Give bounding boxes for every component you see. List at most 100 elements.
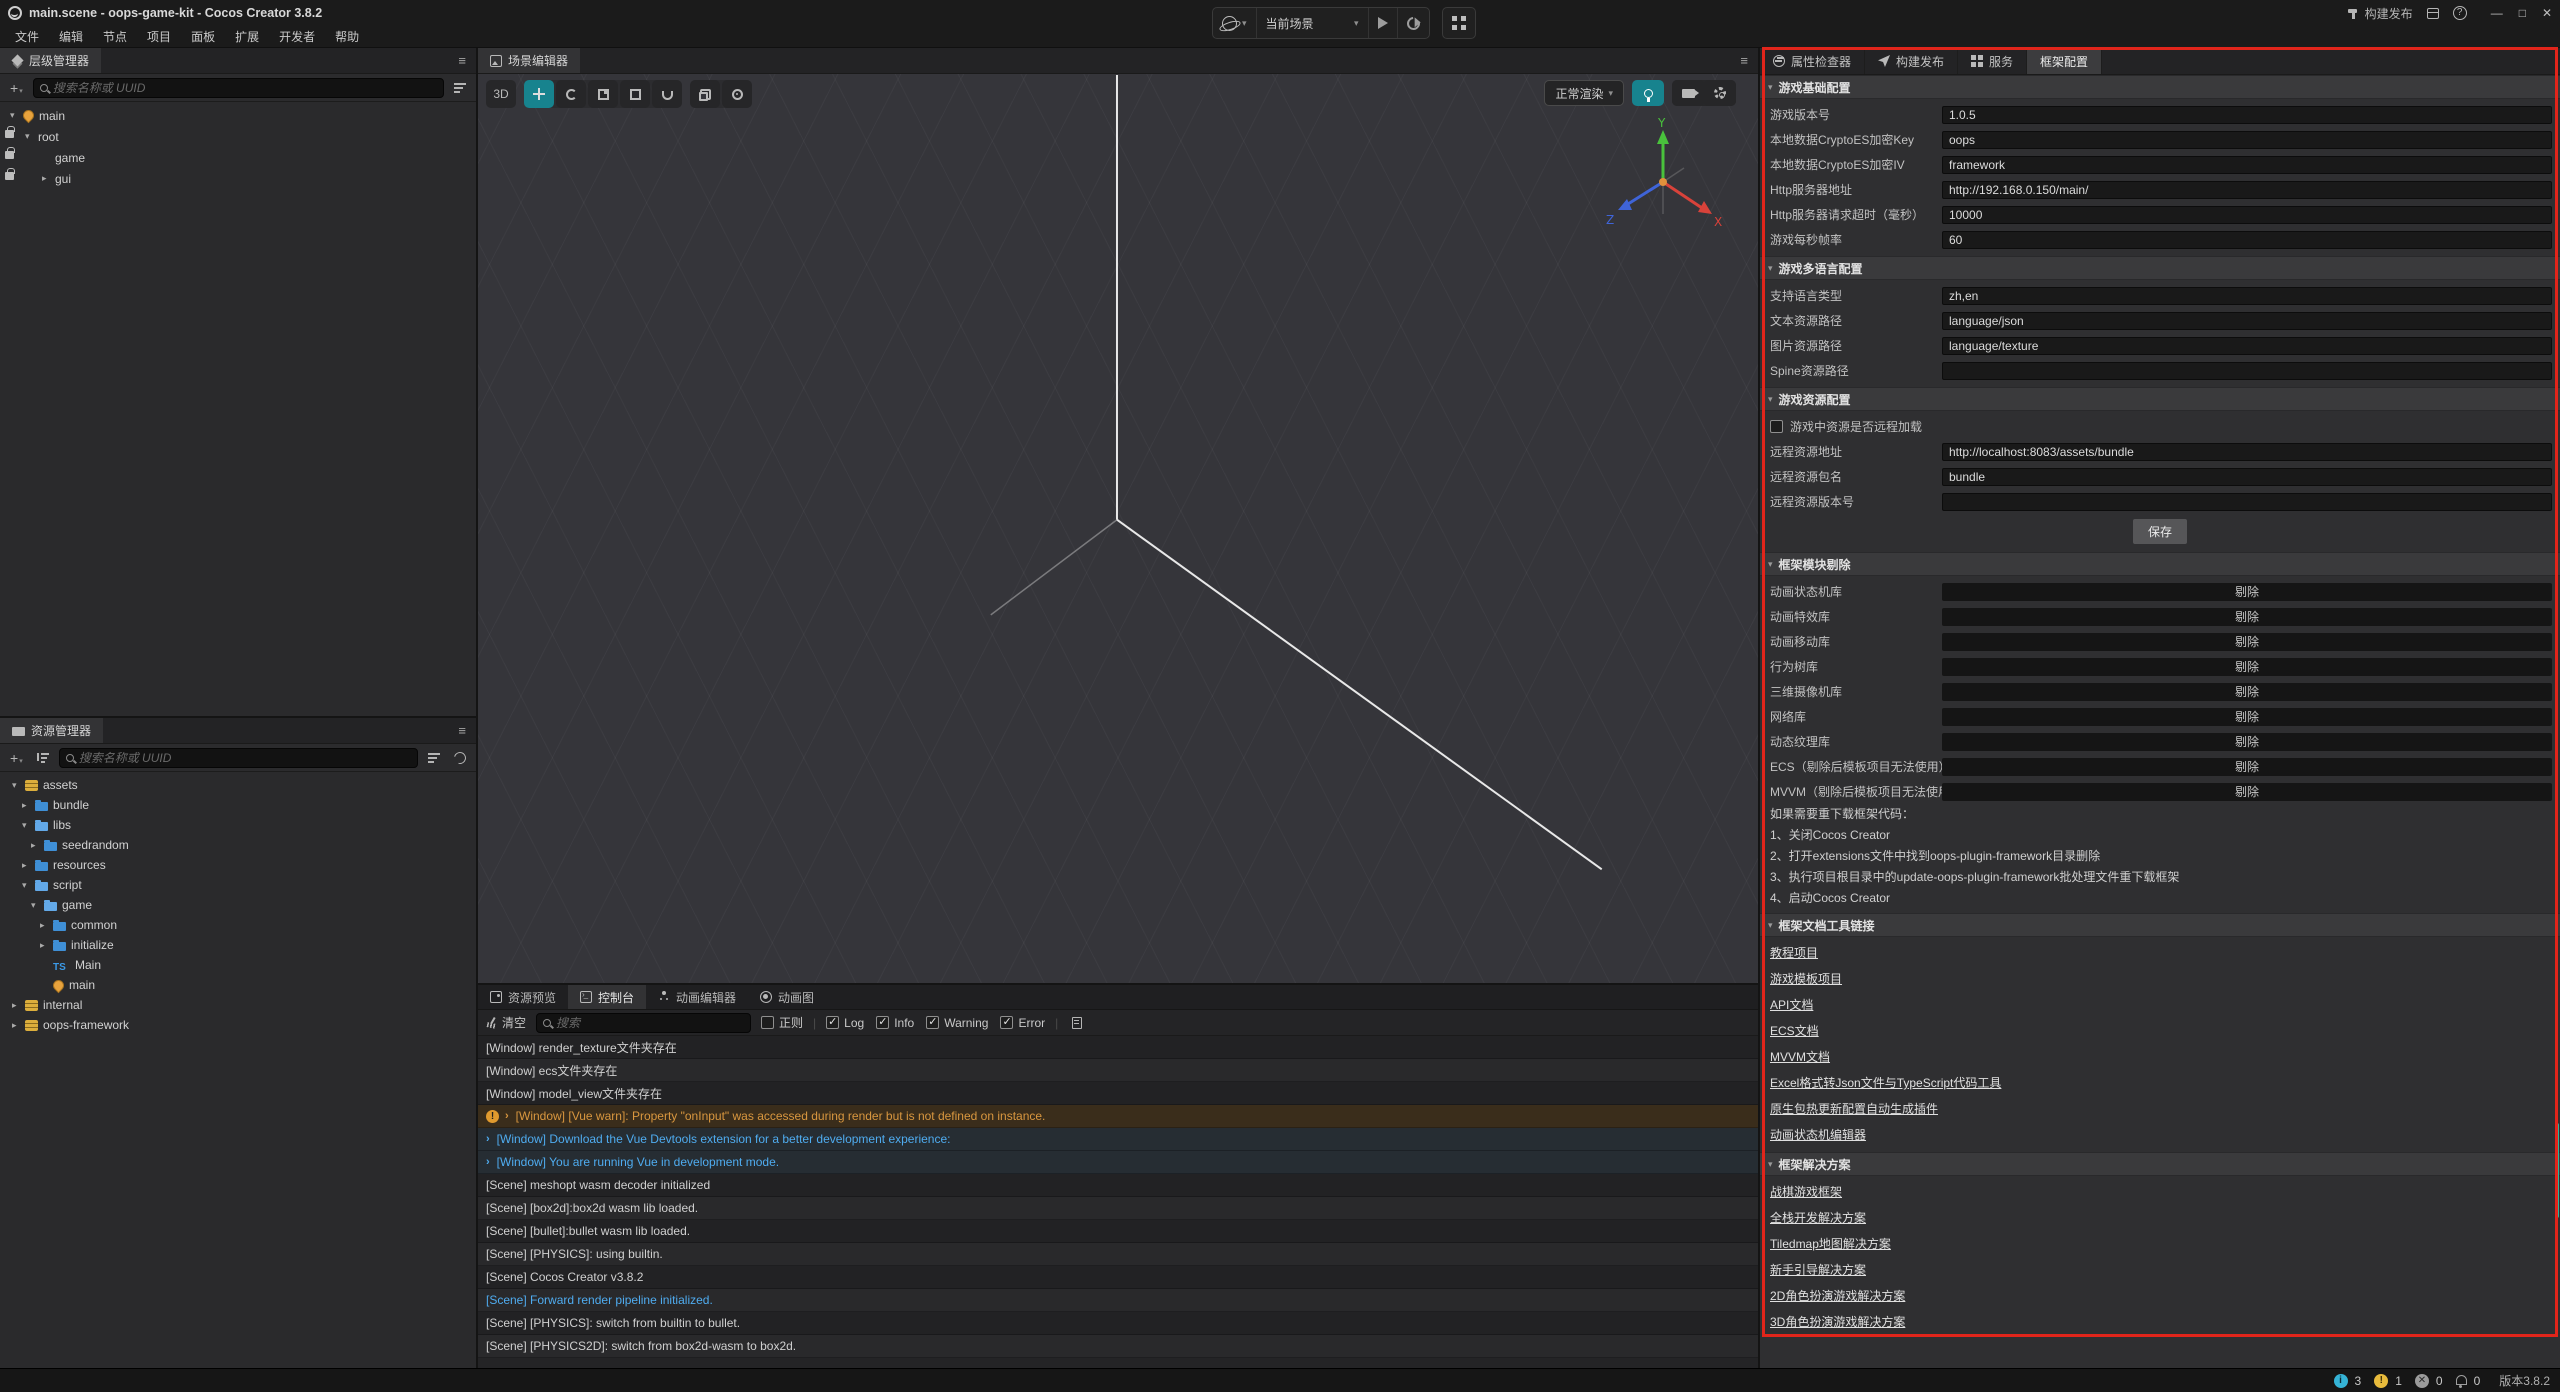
tab-assets[interactable]: 资源管理器	[0, 718, 103, 743]
snap-tool-button[interactable]	[690, 80, 720, 108]
section-header-docs[interactable]: ▾框架文档工具链接	[1760, 913, 2560, 937]
tree-node[interactable]: main	[0, 975, 476, 995]
tree-node[interactable]: ▸ bundle	[0, 795, 476, 815]
doc-link[interactable]: 教程项目	[1760, 940, 2560, 966]
save-button[interactable]: 保存	[2133, 519, 2187, 544]
assets-filter-button[interactable]	[424, 753, 444, 763]
tree-node[interactable]: ▾ assets	[0, 775, 476, 795]
build-publish-button[interactable]: 构建发布	[2347, 5, 2413, 22]
doc-link[interactable]: 游戏模板项目	[1760, 966, 2560, 992]
scene-menu-icon[interactable]: ≡	[1730, 53, 1758, 68]
warning-count-icon[interactable]: !	[2374, 1374, 2388, 1388]
expand-arrow[interactable]: ▸	[42, 173, 55, 184]
console-logs[interactable]: ! › [Window] render_texture文件夹存在 ! › [Wi…	[478, 1036, 1758, 1368]
module-remove-button[interactable]: 剔除	[1942, 683, 2552, 701]
console-search-input[interactable]	[556, 1016, 744, 1030]
tree-node[interactable]: ▾ root	[0, 126, 476, 147]
section-header-modules[interactable]: ▾框架模块剔除	[1760, 552, 2560, 576]
inspector-tab[interactable]: 构建发布	[1865, 48, 1958, 74]
log-row[interactable]: ! › [Scene] [PHYSICS2D]: switch from box…	[478, 1335, 1758, 1358]
module-remove-button[interactable]: 剔除	[1942, 608, 2552, 626]
doc-link[interactable]: ECS文档	[1760, 1018, 2560, 1044]
module-remove-button[interactable]: 剔除	[1942, 758, 2552, 776]
assets-menu-icon[interactable]: ≡	[448, 723, 476, 738]
solution-link[interactable]: 3D角色扮演游戏解决方案	[1760, 1309, 2560, 1335]
hierarchy-search-input[interactable]	[53, 81, 437, 95]
inspector-scrollbar[interactable]	[2555, 1123, 2559, 1218]
error-count-icon[interactable]: ✕	[2415, 1374, 2429, 1388]
tree-node[interactable]: ▸ seedrandom	[0, 835, 476, 855]
lighting-toggle-button[interactable]	[1632, 80, 1664, 106]
expand-arrow[interactable]: ▸	[31, 840, 44, 851]
log-filter-toggle[interactable]: Error	[1000, 1016, 1045, 1030]
expand-arrow-icon[interactable]: ›	[505, 1110, 509, 1122]
module-remove-button[interactable]: 剔除	[1942, 658, 2552, 676]
add-asset-button[interactable]	[6, 751, 27, 765]
bell-icon[interactable]	[2456, 1375, 2467, 1385]
doc-link[interactable]: API文档	[1760, 992, 2560, 1018]
ui-tool-button[interactable]	[652, 80, 682, 108]
expand-arrow[interactable]: ▾	[22, 880, 35, 891]
log-row[interactable]: ! › [Window] render_texture文件夹存在	[478, 1036, 1758, 1059]
module-remove-button[interactable]: 剔除	[1942, 633, 2552, 651]
section-header-basic[interactable]: ▾游戏基础配置	[1760, 75, 2560, 99]
tree-node[interactable]: ▸ gui	[0, 168, 476, 189]
inspector-tab[interactable]: 服务	[1958, 48, 2027, 74]
menu-item[interactable]: 编辑	[50, 26, 92, 47]
log-row[interactable]: ! › [Window] ecs文件夹存在	[478, 1059, 1758, 1082]
expand-arrow[interactable]: ▸	[12, 1020, 25, 1031]
axis-gizmo[interactable]: Y X Z	[1600, 118, 1730, 251]
camera-settings-button[interactable]	[1672, 80, 1704, 106]
filter-checkbox[interactable]	[1000, 1016, 1013, 1029]
expand-arrow[interactable]: ▸	[12, 1000, 25, 1011]
log-row[interactable]: ! › [Scene] [PHYSICS]: using builtin.	[478, 1243, 1758, 1266]
render-mode-dropdown[interactable]: 正常渲染	[1544, 80, 1624, 106]
expand-arrow-icon[interactable]: ›	[486, 1133, 490, 1145]
menu-item[interactable]: 面板	[182, 26, 224, 47]
package-icon[interactable]	[2427, 8, 2439, 19]
window-minimize-button[interactable]: —	[2491, 6, 2503, 20]
regex-toggle[interactable]: 正则	[761, 1014, 803, 1031]
tree-node[interactable]: ▸ common	[0, 915, 476, 935]
info-count-icon[interactable]: i	[2334, 1374, 2348, 1388]
menu-item[interactable]: 项目	[138, 26, 180, 47]
scene-settings-button[interactable]	[1704, 80, 1736, 106]
log-row[interactable]: ! › [Scene] [PHYSICS]: switch from built…	[478, 1312, 1758, 1335]
module-remove-button[interactable]: 剔除	[1942, 783, 2552, 801]
expand-arrow[interactable]: ▾	[22, 820, 35, 831]
menu-item[interactable]: 节点	[94, 26, 136, 47]
tab-scene-editor[interactable]: 场景编辑器	[478, 48, 580, 73]
tree-node[interactable]: ▸ internal	[0, 995, 476, 1015]
remote-load-toggle[interactable]: 游戏中资源是否远程加载	[1760, 414, 2560, 439]
rotate-tool-button[interactable]	[556, 80, 586, 108]
qr-preview-button[interactable]	[1443, 8, 1475, 38]
log-row[interactable]: ! › [Window] model_view文件夹存在	[478, 1082, 1758, 1105]
log-row[interactable]: ! › [Window] You are running Vue in deve…	[478, 1151, 1758, 1174]
module-remove-button[interactable]: 剔除	[1942, 733, 2552, 751]
scale-tool-button[interactable]	[588, 80, 618, 108]
expand-arrow[interactable]: ▸	[40, 920, 53, 931]
menu-item[interactable]: 开发者	[270, 26, 324, 47]
expand-arrow[interactable]: ▸	[40, 940, 53, 951]
pivot-tool-button[interactable]	[722, 80, 752, 108]
tree-node[interactable]: ▾ game	[0, 895, 476, 915]
menu-item[interactable]: 扩展	[226, 26, 268, 47]
config-input[interactable]	[1942, 131, 2552, 149]
hierarchy-menu-icon[interactable]: ≡	[448, 53, 476, 68]
tree-node[interactable]: ▸ resources	[0, 855, 476, 875]
log-row[interactable]: ! › [Window] Download the Vue Devtools e…	[478, 1128, 1758, 1151]
expand-arrow[interactable]: ▸	[22, 800, 35, 811]
filter-checkbox[interactable]	[926, 1016, 939, 1029]
tree-node[interactable]: game	[0, 147, 476, 168]
tree-node[interactable]: ▸ oops-framework	[0, 1015, 476, 1035]
doc-link[interactable]: 原生包热更新配置自动生成插件	[1760, 1096, 2560, 1122]
add-node-button[interactable]	[6, 81, 27, 95]
scene-editor-panel[interactable]: 场景编辑器 ≡ 3D	[478, 48, 1758, 985]
console-tab[interactable]: 动画图	[748, 985, 826, 1009]
log-row[interactable]: ! › [Scene] meshopt wasm decoder initial…	[478, 1174, 1758, 1197]
expand-arrow[interactable]: ▾	[12, 780, 25, 791]
config-input[interactable]	[1942, 443, 2552, 461]
log-row[interactable]: ! › [Scene] [box2d]:box2d wasm lib loade…	[478, 1197, 1758, 1220]
inspector-tab[interactable]: 属性检查器	[1760, 48, 1865, 74]
solution-link[interactable]: 2D角色扮演游戏解决方案	[1760, 1283, 2560, 1309]
